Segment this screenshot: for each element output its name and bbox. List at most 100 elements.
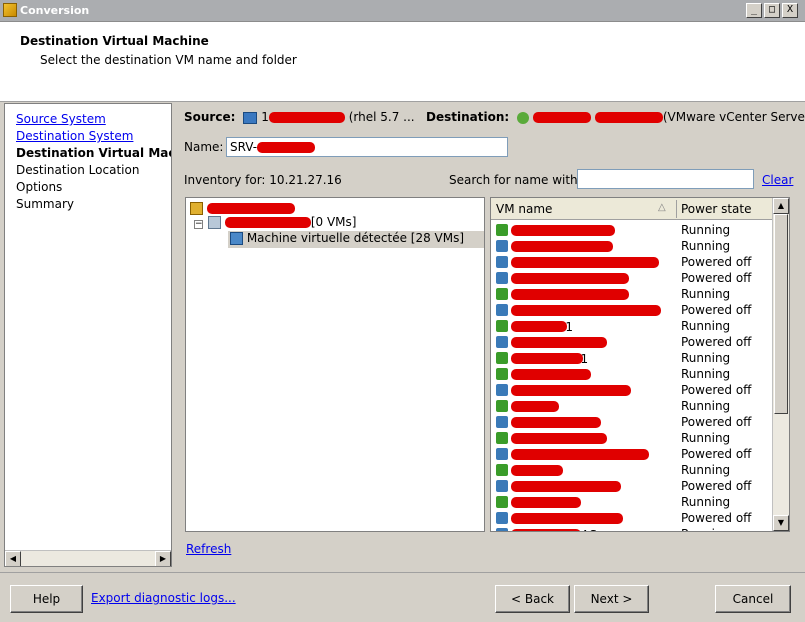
inventory-host: 10.21.27.16 [269, 173, 342, 187]
vm-row[interactable]: Running [491, 462, 773, 478]
back-button[interactable]: < Back [495, 585, 570, 613]
vm-stopped-icon [496, 256, 508, 268]
redacted-vm-name [511, 257, 659, 268]
vm-row[interactable]: Running [491, 222, 773, 238]
redacted-vm-name [511, 353, 583, 364]
vm-stopped-icon [496, 336, 508, 348]
vm-power-state: Powered off [681, 447, 752, 461]
vm-running-icon [496, 288, 508, 300]
vm-stopped-icon [496, 480, 508, 492]
vm-power-state: Powered off [681, 479, 752, 493]
redacted-vm-name [511, 449, 649, 460]
search-input[interactable] [577, 169, 754, 189]
redacted-destination-ip [594, 112, 663, 123]
tree-datacenter[interactable]: [0 VMs] [208, 215, 356, 229]
redacted-source [268, 112, 345, 123]
maximize-button[interactable]: □ [764, 3, 780, 18]
vm-list-vertical-scrollbar[interactable]: ▲ ▼ [772, 198, 789, 531]
vcenter-root-icon [190, 202, 203, 215]
cancel-button[interactable]: Cancel [715, 585, 791, 613]
export-diagnostic-logs-link[interactable]: Export diagnostic logs... [91, 591, 236, 605]
scroll-thumb[interactable] [774, 214, 788, 414]
redacted-vm-name [511, 513, 623, 524]
redacted-vm-name [511, 497, 581, 508]
vm-stopped-icon [496, 528, 508, 531]
step-destination-system[interactable]: Destination System [16, 129, 133, 143]
vm-stopped-icon [496, 304, 508, 316]
vm-row[interactable]: Powered off [491, 414, 773, 430]
vm-row[interactable]: SRV-SCANRASRunning [491, 526, 773, 531]
page-title: Destination Virtual Machine [20, 34, 209, 48]
datacenter-vm-count: [0 VMs] [310, 215, 357, 229]
vm-row[interactable]: Powered off [491, 382, 773, 398]
minimize-button[interactable]: _ [746, 3, 762, 18]
redacted-vm-name [511, 337, 607, 348]
redacted-vm-name [511, 241, 613, 252]
vm-power-state: Powered off [681, 415, 752, 429]
vm-folder-icon [230, 232, 243, 245]
vm-row[interactable]: Powered off [491, 510, 773, 526]
vm-power-state: Running [681, 367, 731, 381]
vm-row[interactable]: Running [491, 366, 773, 382]
step-options: Options [16, 180, 63, 194]
vm-name-column-header[interactable]: VM name [496, 202, 552, 216]
vm-power-state: Running [681, 239, 731, 253]
vm-row[interactable]: Running [491, 494, 773, 510]
vm-row[interactable]: Running [491, 430, 773, 446]
vm-row[interactable]: Running [491, 238, 773, 254]
title-bar: Conversion _ □ X [0, 0, 805, 22]
vm-row[interactable]: SRV-DC01Running [491, 318, 773, 334]
wizard-header: Destination Virtual Machine Select the d… [0, 22, 805, 102]
redacted-vm-name [511, 289, 629, 300]
vm-stopped-icon [496, 416, 508, 428]
vm-running-icon [496, 320, 508, 332]
destination-label: Destination: [426, 110, 510, 124]
vm-running-icon [496, 400, 508, 412]
source-label: Source: [184, 110, 236, 124]
power-state-column-header[interactable]: Power state [681, 202, 752, 216]
scroll-up-icon[interactable]: ▲ [773, 198, 789, 214]
scroll-left-icon[interactable]: ◀ [5, 551, 21, 566]
scroll-right-icon[interactable]: ▶ [155, 551, 171, 566]
vm-power-state: Running [681, 527, 730, 531]
page-subtitle: Select the destination VM name and folde… [40, 53, 297, 67]
window-title: Conversion [20, 4, 90, 17]
column-separator [676, 200, 677, 218]
folder-label: Machine virtuelle détectée [28 VMs] [246, 231, 465, 245]
tree-root[interactable] [190, 201, 295, 215]
steps-horizontal-scrollbar[interactable]: ◀ ▶ [5, 550, 171, 566]
step-summary: Summary [16, 197, 74, 211]
next-button[interactable]: Next > [574, 585, 649, 613]
vm-row[interactable]: Running [491, 286, 773, 302]
clear-link[interactable]: Clear [762, 173, 793, 187]
inventory-tree: − [0 VMs] Machine virtuelle détectée [28… [185, 197, 485, 532]
vm-row[interactable]: Powered off [491, 254, 773, 270]
close-button[interactable]: X [782, 3, 798, 18]
scroll-down-icon[interactable]: ▼ [773, 515, 789, 531]
vm-list-header: VM name △ Power state [491, 198, 773, 220]
vm-row[interactable]: Powered off [491, 446, 773, 462]
step-source-system[interactable]: Source System [16, 112, 106, 126]
refresh-link[interactable]: Refresh [186, 542, 231, 556]
vm-list: VM name △ Power state Running Running Powe… [490, 197, 790, 532]
vm-power-state: Running [681, 399, 731, 413]
vm-row[interactable]: Powered off [491, 302, 773, 318]
redacted-vm-name [511, 529, 581, 531]
collapse-icon[interactable]: − [194, 220, 203, 229]
vm-stopped-icon [496, 512, 508, 524]
help-button[interactable]: Help [10, 585, 83, 613]
vm-row[interactable]: Powered off [491, 478, 773, 494]
vm-power-state: Running [681, 351, 731, 365]
vm-running-icon [496, 352, 508, 364]
tree-folder[interactable]: Machine virtuelle détectée [28 VMs] [228, 231, 484, 248]
vm-row[interactable]: SRV-LAMP01Running [491, 350, 773, 366]
vm-running-icon [496, 464, 508, 476]
vm-row[interactable]: Powered off [491, 270, 773, 286]
vm-name-input[interactable]: SRV- [226, 137, 508, 157]
vm-row[interactable]: Running [491, 398, 773, 414]
redacted-vm-name [511, 433, 607, 444]
vm-power-state: Running [681, 495, 731, 509]
datacenter-icon [208, 216, 221, 229]
vm-row[interactable]: Powered off [491, 334, 773, 350]
search-label: Search for name with: [449, 173, 582, 187]
